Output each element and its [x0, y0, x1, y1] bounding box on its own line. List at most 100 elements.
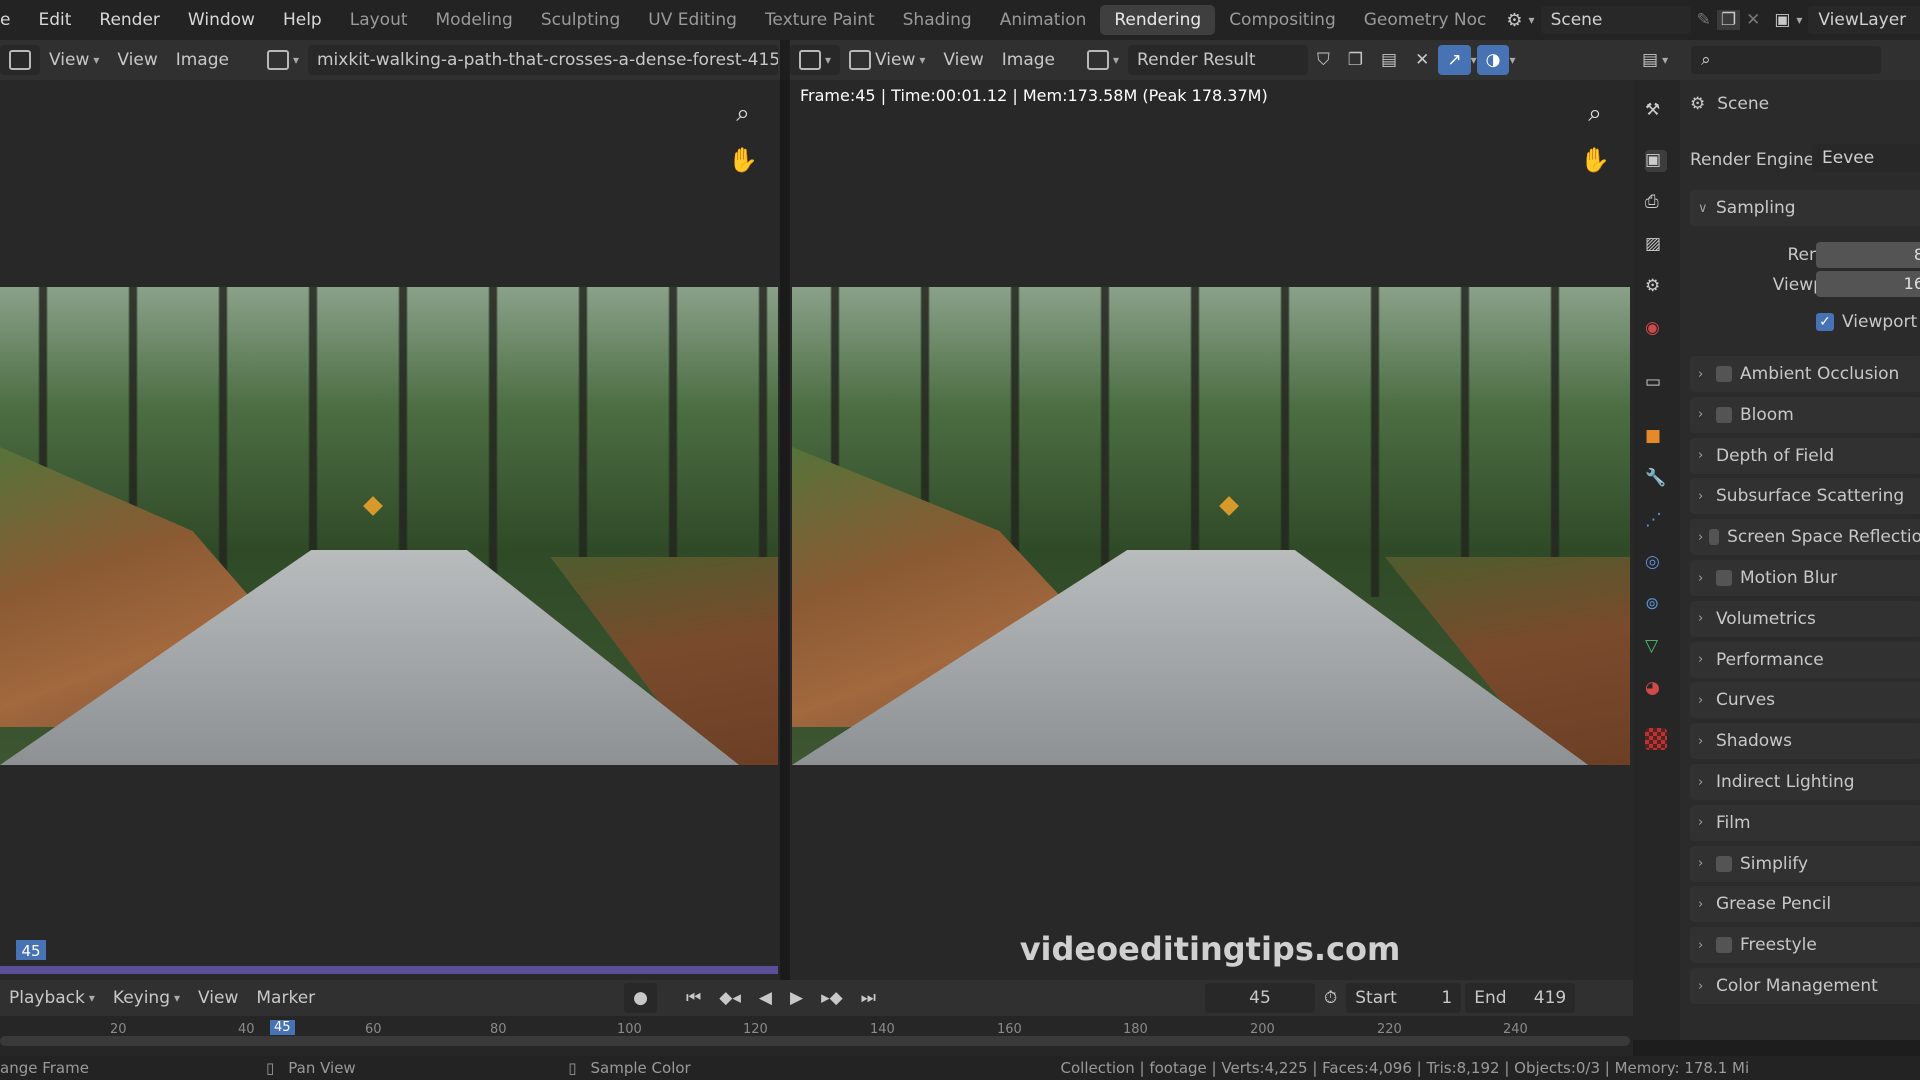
enable-checkbox[interactable]	[1716, 855, 1732, 872]
world-icon[interactable]: ◉	[1645, 318, 1667, 340]
editor-type-button[interactable]: ▾	[790, 45, 841, 75]
menu-edit[interactable]: Edit	[24, 10, 85, 30]
panel-depth-of-field[interactable]: › Depth of Field	[1690, 437, 1920, 474]
enable-checkbox[interactable]	[1716, 406, 1732, 423]
tab-compositing[interactable]: Compositing	[1215, 5, 1350, 35]
tab-texture-paint[interactable]: Texture Paint	[751, 5, 889, 35]
left-image-editor[interactable]: ⌕ ‹› ✋ 45	[0, 80, 780, 960]
panel-motion-blur[interactable]: › Motion Blur	[1690, 560, 1920, 596]
tab-shading[interactable]: Shading	[889, 5, 986, 35]
collapse-arrows-icon[interactable]: ‹›	[770, 100, 780, 130]
viewport-samples-field[interactable]: 16	[1816, 271, 1920, 297]
output-properties-icon[interactable]: ⎙	[1645, 192, 1667, 214]
panel-grease-pencil[interactable]: › Grease Pencil	[1690, 886, 1920, 923]
zoom-icon[interactable]: ⌕	[1580, 98, 1610, 128]
timeline-range-bar[interactable]	[0, 966, 778, 974]
properties-search[interactable]: ⌕	[1691, 46, 1882, 74]
right-image-editor[interactable]: Frame:45 | Time:00:01.12 | Mem:173.58M (…	[790, 80, 1633, 980]
start-frame-field[interactable]: Start 1	[1346, 983, 1462, 1013]
pan-hand-icon[interactable]: ✋	[728, 145, 758, 175]
physics-icon[interactable]: ◎	[1645, 552, 1667, 574]
timeline-area[interactable]: 20 40 45 60 80 100 120 140 160 180 200 220 240	[0, 1016, 1633, 1056]
image-name-field[interactable]: Render Result	[1128, 45, 1309, 75]
jump-end-icon[interactable]: ⏭	[852, 983, 885, 1013]
area-divider[interactable]	[780, 80, 790, 980]
view-dropdown[interactable]: View ▾	[840, 45, 934, 75]
viewport-denoise-option[interactable]: ✓ Viewport D	[1816, 312, 1920, 332]
jump-start-icon[interactable]: ⏮	[677, 983, 710, 1013]
current-frame-field[interactable]: 45	[1204, 983, 1315, 1013]
close-icon[interactable]: ✕	[1406, 45, 1438, 75]
image-browse-button[interactable]: ▾	[1078, 45, 1128, 75]
shield-icon[interactable]: ⛉	[1308, 45, 1339, 75]
tab-modeling[interactable]: Modeling	[422, 5, 527, 35]
prev-keyframe-icon[interactable]: ◆◂	[710, 983, 750, 1013]
view-menu[interactable]: View	[108, 45, 166, 75]
enable-checkbox[interactable]	[1716, 937, 1732, 954]
view-layer-selector[interactable]: ▣ ▾ ViewLayer	[1774, 6, 1920, 34]
image-menu[interactable]: Image	[167, 45, 238, 75]
menu-file[interactable]: e	[0, 10, 24, 30]
panel-color-management[interactable]: › Color Management	[1690, 968, 1920, 1004]
image-menu[interactable]: Image	[993, 45, 1064, 75]
panel-curves[interactable]: › Curves	[1690, 682, 1920, 719]
clock-icon[interactable]: ⏱	[1315, 983, 1346, 1013]
modifier-wrench-icon[interactable]: 🔧	[1645, 468, 1667, 490]
play-reverse-icon[interactable]: ◀	[750, 983, 781, 1013]
object-icon[interactable]: ■	[1645, 426, 1667, 448]
zoom-icon[interactable]: ⌕	[728, 98, 758, 128]
pin-icon[interactable]: ✎	[1697, 10, 1711, 30]
render-samples-field[interactable]: 8	[1816, 242, 1920, 268]
panel-indirect-lighting[interactable]: › Indirect Lighting	[1690, 764, 1920, 800]
panel-ambient-occlusion[interactable]: › Ambient Occlusion	[1690, 356, 1920, 392]
enable-checkbox[interactable]	[1709, 529, 1720, 546]
panel-volumetrics[interactable]: › Volumetrics	[1690, 600, 1920, 637]
constraints-icon[interactable]: ⊚	[1645, 594, 1667, 616]
tab-rendering[interactable]: Rendering	[1100, 5, 1216, 35]
view-layer-icon[interactable]: ▨	[1645, 234, 1667, 256]
tab-uv-editing[interactable]: UV Editing	[634, 5, 751, 35]
tab-geometry-nodes[interactable]: Geometry Noc	[1350, 5, 1501, 35]
panel-shadows[interactable]: › Shadows	[1690, 723, 1920, 760]
tab-sculpting[interactable]: Sculpting	[527, 5, 634, 35]
material-icon[interactable]: ◕	[1645, 678, 1667, 700]
tab-animation[interactable]: Animation	[986, 5, 1101, 35]
enable-checkbox[interactable]	[1716, 570, 1732, 586]
scene-selector[interactable]: ⚙ ▾ Scene ✎ ❐ ✕	[1506, 6, 1760, 34]
particles-icon[interactable]: ⋰	[1645, 510, 1667, 532]
panel-simplify[interactable]: › Simplify	[1690, 845, 1920, 882]
editor-type-button[interactable]	[0, 45, 40, 75]
display-channels-icon[interactable]: ◑	[1476, 45, 1510, 75]
duplicate-icon[interactable]: ❐	[1339, 45, 1372, 75]
sample-tool-icon[interactable]: ↗	[1438, 45, 1471, 75]
tab-layout[interactable]: Layout	[336, 5, 422, 35]
pan-hand-icon[interactable]: ✋	[1580, 145, 1610, 175]
editor-type-button[interactable]: ▤ ▾	[1633, 45, 1677, 75]
enable-checkbox[interactable]	[1716, 366, 1732, 382]
menu-render[interactable]: Render	[85, 10, 174, 30]
texture-icon[interactable]	[1645, 728, 1667, 750]
next-keyframe-icon[interactable]: ▸◆	[812, 983, 852, 1013]
end-frame-field[interactable]: End 419	[1465, 983, 1576, 1013]
render-engine-dropdown[interactable]: Eevee	[1812, 144, 1920, 172]
menu-window[interactable]: Window	[174, 10, 269, 30]
view-layer-field[interactable]: ViewLayer	[1808, 6, 1920, 34]
playhead[interactable]: 45	[270, 1020, 295, 1035]
view-dropdown[interactable]: View ▾	[40, 45, 108, 75]
keying-menu[interactable]: Keying ▾	[104, 983, 189, 1013]
view-menu[interactable]: View	[934, 45, 992, 75]
image-browse-button[interactable]: ▾	[258, 45, 308, 75]
scene-properties-icon[interactable]: ⚙	[1645, 276, 1667, 298]
panel-freestyle[interactable]: › Freestyle	[1690, 927, 1920, 964]
menu-help[interactable]: Help	[269, 10, 336, 30]
image-name-field[interactable]: mixkit-walking-a-path-that-crosses-a-den…	[308, 45, 778, 75]
marker-menu[interactable]: Marker	[247, 983, 324, 1013]
panel-performance[interactable]: › Performance	[1690, 641, 1920, 678]
play-icon[interactable]: ▶	[781, 983, 812, 1013]
open-folder-icon[interactable]: ▤	[1372, 45, 1406, 75]
panel-screen-space-reflectio[interactable]: › Screen Space Reflectio	[1690, 519, 1920, 556]
new-scene-icon[interactable]: ❐	[1716, 10, 1741, 30]
timeline-scrollbar[interactable]	[0, 1036, 1630, 1046]
render-properties-icon[interactable]: ▣	[1645, 150, 1667, 172]
check-icon[interactable]: ✓	[1816, 313, 1834, 331]
